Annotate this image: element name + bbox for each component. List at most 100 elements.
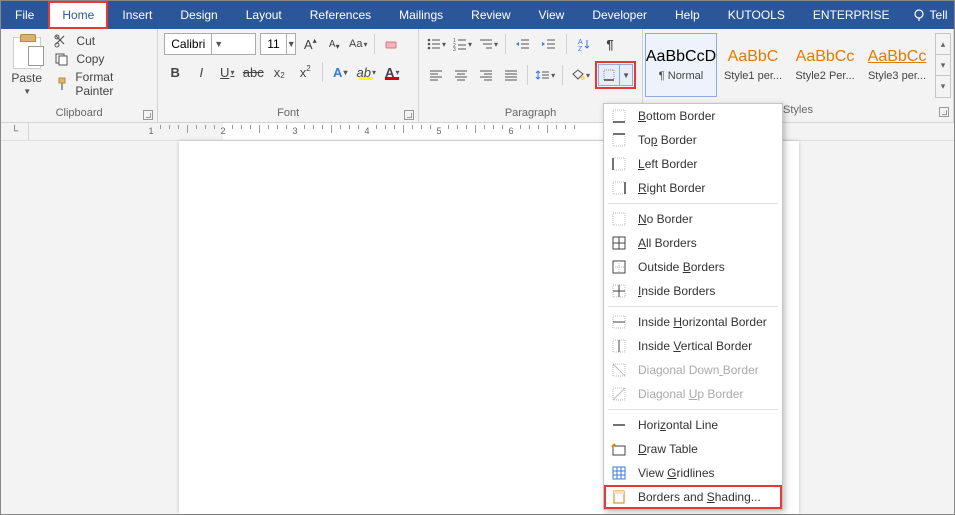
menu-item-draw-table[interactable]: Draw Table	[604, 437, 782, 461]
menu-item-horizontal-line[interactable]: Horizontal Line	[604, 413, 782, 437]
highlight-button[interactable]: ab▾	[355, 61, 377, 83]
menu-item-left-border[interactable]: Left Border	[604, 152, 782, 176]
tab-insert[interactable]: Insert	[108, 1, 166, 29]
grow-font-button[interactable]: A▴	[300, 34, 320, 54]
styles-scroll-up[interactable]: ▴	[936, 34, 950, 55]
menu-item-label: Right Border	[638, 181, 705, 195]
ruler-number: 6	[508, 126, 513, 136]
menu-item-inside-vertical-border[interactable]: Inside Vertical Border	[604, 334, 782, 358]
show-marks-button[interactable]: ¶	[599, 33, 621, 55]
menu-item-right-border[interactable]: Right Border	[604, 176, 782, 200]
cut-button[interactable]: Cut	[52, 33, 151, 49]
tab-enterprise[interactable]: ENTERPRISE	[799, 1, 904, 29]
horizontal-ruler[interactable]: 123456	[29, 123, 954, 140]
tab-layout[interactable]: Layout	[232, 1, 296, 29]
align-right-button[interactable]	[475, 64, 496, 86]
italic-button[interactable]: I	[190, 61, 212, 83]
font-launcher[interactable]	[404, 110, 414, 120]
menu-item-borders-and-shading[interactable]: Borders and Shading...	[604, 485, 782, 509]
ruler-number: 5	[436, 126, 441, 136]
underline-button[interactable]: U▾	[216, 61, 238, 83]
tell-me[interactable]: Tell	[904, 1, 955, 29]
scissors-icon	[54, 34, 70, 48]
style-name-label: Style2 Per...	[795, 70, 854, 82]
border-icon	[610, 385, 628, 403]
styles-launcher[interactable]	[939, 107, 949, 117]
borders-dropdown-arrow[interactable]: ▼	[619, 64, 633, 86]
group-label-clipboard: Clipboard	[1, 105, 157, 122]
strikethrough-button[interactable]: abc	[242, 61, 264, 83]
align-left-button[interactable]	[425, 64, 446, 86]
menu-item-outside-borders[interactable]: Outside Borders	[604, 255, 782, 279]
menu-item-no-border[interactable]: No Border	[604, 207, 782, 231]
menu-item-all-borders[interactable]: All Borders	[604, 231, 782, 255]
sort-button[interactable]: AZ	[573, 33, 595, 55]
tab-review[interactable]: Review	[457, 1, 524, 29]
style-preview: AaBbC	[728, 48, 779, 66]
shrink-font-button[interactable]: A▾	[324, 34, 344, 54]
superscript-button[interactable]: x2	[294, 61, 316, 83]
menu-separator	[608, 306, 778, 307]
menu-item-bottom-border[interactable]: Bottom Border	[604, 104, 782, 128]
tab-kutools[interactable]: KUTOOLS	[714, 1, 799, 29]
menu-item-view-gridlines[interactable]: View Gridlines	[604, 461, 782, 485]
tab-design[interactable]: Design	[166, 1, 231, 29]
bold-button[interactable]: B	[164, 61, 186, 83]
menu-item-label: No Border	[638, 212, 693, 226]
clipboard-launcher[interactable]	[143, 110, 153, 120]
change-case-button[interactable]: Aa▾	[348, 34, 368, 54]
justify-button[interactable]	[500, 64, 521, 86]
tab-mailings[interactable]: Mailings	[385, 1, 457, 29]
clear-formatting-button[interactable]	[381, 34, 401, 54]
font-name-combo[interactable]: Calibri▼	[164, 33, 256, 55]
style-item-1[interactable]: AaBbCStyle1 per...	[717, 33, 789, 97]
font-color-button[interactable]: A▾	[381, 61, 403, 83]
menu-item-inside-borders[interactable]: Inside Borders	[604, 279, 782, 303]
align-center-button[interactable]	[450, 64, 471, 86]
paste-button[interactable]: Paste ▼	[7, 33, 46, 96]
outdent-icon	[515, 37, 531, 51]
bulb-icon	[912, 8, 926, 22]
tab-selector[interactable]: └	[1, 123, 29, 140]
tab-home[interactable]: Home	[48, 1, 108, 29]
increase-indent-button[interactable]	[538, 33, 560, 55]
copy-icon	[54, 52, 70, 66]
style-item-3[interactable]: AaBbCcStyle3 per...	[861, 33, 933, 97]
tab-references[interactable]: References	[296, 1, 385, 29]
sort-icon: AZ	[577, 37, 591, 51]
border-icon	[610, 464, 628, 482]
text-effects-button[interactable]: A▾	[329, 61, 351, 83]
menu-item-inside-horizontal-border[interactable]: Inside Horizontal Border	[604, 310, 782, 334]
borders-split-button[interactable]: ▼	[595, 61, 636, 89]
style-item-0[interactable]: AaBbCcD¶ Normal	[645, 33, 717, 97]
tab-help[interactable]: Help	[661, 1, 714, 29]
shading-button[interactable]: ▾	[569, 64, 591, 86]
font-size-combo[interactable]: 11▼	[260, 33, 296, 55]
menu-item-label: Inside Horizontal Border	[638, 315, 767, 329]
styles-gallery-scroll[interactable]: ▴▾▾	[935, 33, 951, 98]
decrease-indent-button[interactable]	[512, 33, 534, 55]
subscript-button[interactable]: x2	[268, 61, 290, 83]
border-icon	[610, 313, 628, 331]
borders-button[interactable]	[598, 64, 620, 86]
border-icon	[610, 361, 628, 379]
bullets-button[interactable]: ▾	[425, 33, 447, 55]
menu-item-label: Top Border	[638, 133, 697, 147]
numbering-button[interactable]: 123▾	[451, 33, 473, 55]
multilevel-button[interactable]: ▾	[477, 33, 499, 55]
group-clipboard: Paste ▼ Cut Copy Format Painter Clipboar…	[1, 29, 158, 122]
tab-view[interactable]: View	[525, 1, 579, 29]
copy-button[interactable]: Copy	[52, 51, 151, 67]
svg-text:Z: Z	[578, 46, 583, 51]
menu-item-top-border[interactable]: Top Border	[604, 128, 782, 152]
ruler-number: 2	[220, 126, 225, 136]
line-spacing-button[interactable]: ▾	[534, 64, 556, 86]
border-icon	[610, 234, 628, 252]
ruler-number: 4	[364, 126, 369, 136]
style-item-2[interactable]: AaBbCcStyle2 Per...	[789, 33, 861, 97]
tab-developer[interactable]: Developer	[578, 1, 661, 29]
styles-more-button[interactable]: ▾	[936, 76, 950, 97]
format-painter-button[interactable]: Format Painter	[52, 69, 151, 99]
tab-file[interactable]: File	[1, 1, 48, 29]
styles-scroll-down[interactable]: ▾	[936, 55, 950, 76]
